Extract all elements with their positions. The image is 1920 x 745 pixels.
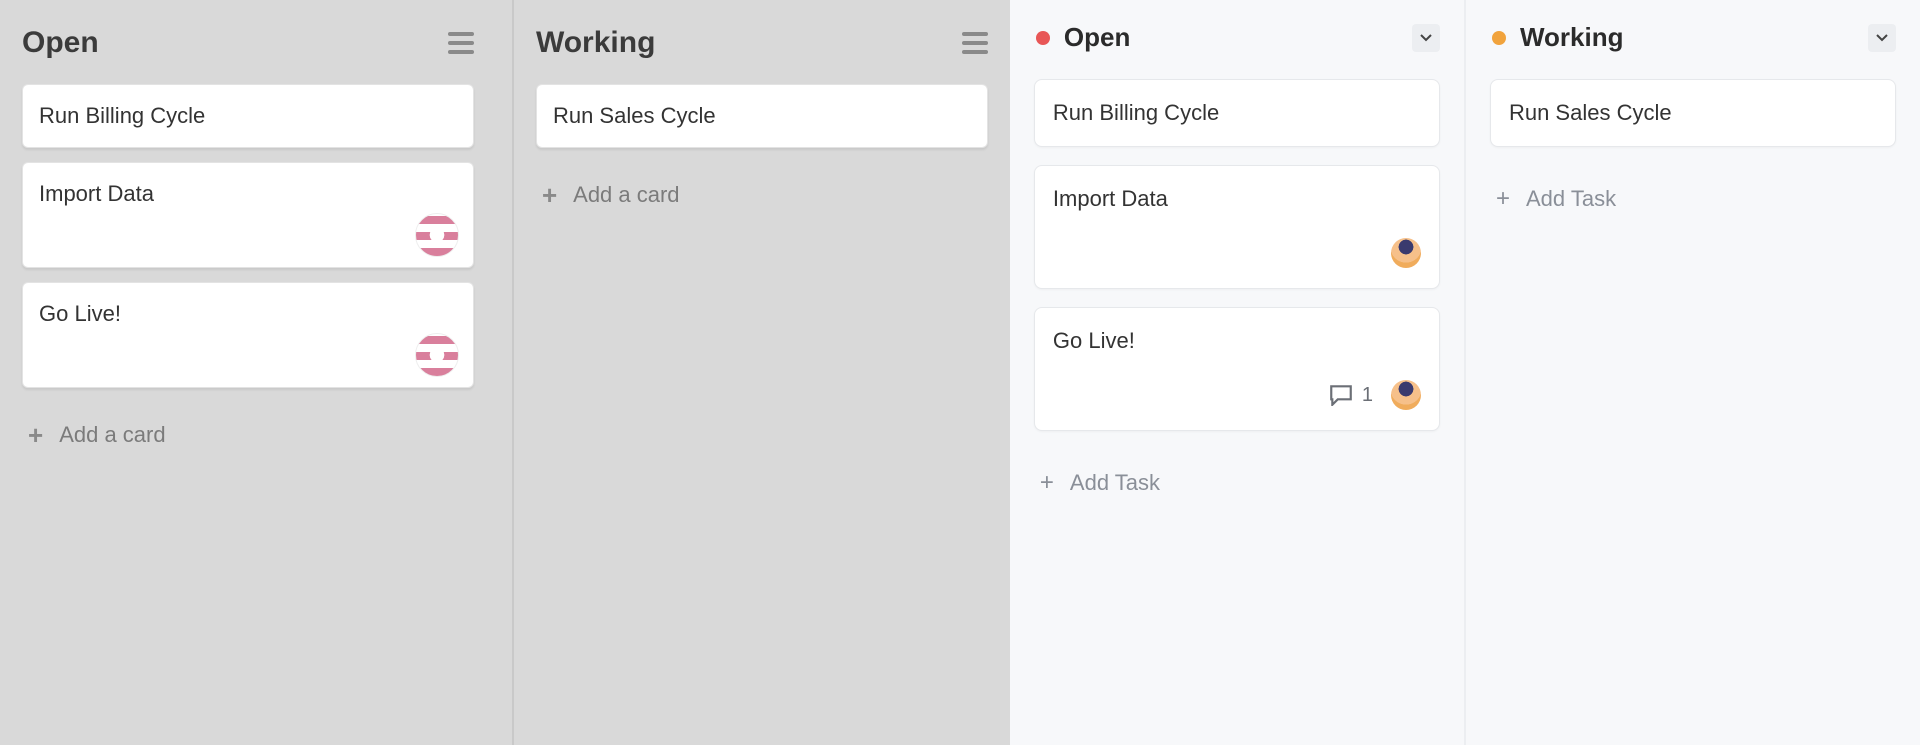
left-column-working: Working Run Sales Cycle + Add a card — [512, 0, 1010, 745]
column-header: Open — [22, 12, 474, 84]
comment-count-value: 1 — [1362, 384, 1373, 407]
task-card[interactable]: Run Sales Cycle — [536, 84, 988, 148]
column-header: Open — [1034, 18, 1440, 79]
menu-icon[interactable] — [448, 32, 474, 54]
column-header: Working — [536, 12, 988, 84]
plus-icon: + — [1496, 185, 1510, 213]
column-title: Working — [1520, 22, 1854, 53]
comment-count[interactable]: 1 — [1328, 384, 1373, 407]
status-dot-icon — [1036, 31, 1050, 45]
assignee-avatar[interactable] — [1391, 238, 1421, 268]
comment-icon — [1328, 384, 1354, 406]
add-task-button[interactable]: + Add Task — [1034, 449, 1440, 517]
card-title: Run Sales Cycle — [1509, 100, 1877, 126]
right-column-open: Open Run Billing Cycle Import Data Go Li… — [1010, 0, 1464, 745]
card-title: Go Live! — [1053, 328, 1421, 354]
chevron-down-icon — [1876, 34, 1888, 42]
task-card[interactable]: Run Sales Cycle — [1490, 79, 1896, 147]
left-column-open: Open Run Billing Cycle Import Data Go Li… — [0, 0, 496, 745]
task-card[interactable]: Go Live! — [22, 282, 474, 388]
menu-icon[interactable] — [962, 32, 988, 54]
task-card[interactable]: Import Data — [1034, 165, 1440, 289]
add-card-label: Add a card — [59, 422, 165, 448]
card-title: Import Data — [1053, 186, 1421, 212]
add-card-button[interactable]: + Add a card — [22, 402, 474, 468]
left-kanban-board: Open Run Billing Cycle Import Data Go Li… — [0, 0, 1010, 745]
task-card[interactable]: Run Billing Cycle — [22, 84, 474, 148]
column-title: Open — [1064, 22, 1398, 53]
right-kanban-board: Open Run Billing Cycle Import Data Go Li… — [1010, 0, 1920, 745]
task-card[interactable]: Run Billing Cycle — [1034, 79, 1440, 147]
assignee-avatar[interactable] — [415, 213, 459, 257]
add-task-label: Add Task — [1526, 186, 1616, 212]
add-card-label: Add a card — [573, 182, 679, 208]
card-title: Run Sales Cycle — [553, 103, 971, 129]
column-title: Working — [536, 26, 655, 60]
column-menu-button[interactable] — [1412, 24, 1440, 52]
add-task-label: Add Task — [1070, 470, 1160, 496]
right-column-working: Working Run Sales Cycle + Add Task — [1464, 0, 1920, 745]
card-title: Run Billing Cycle — [39, 103, 457, 129]
task-card[interactable]: Import Data — [22, 162, 474, 268]
card-title: Import Data — [39, 181, 457, 207]
task-card[interactable]: Go Live! 1 — [1034, 307, 1440, 431]
status-dot-icon — [1492, 31, 1506, 45]
card-footer: 1 — [1053, 380, 1421, 410]
add-task-button[interactable]: + Add Task — [1490, 165, 1896, 233]
chevron-down-icon — [1420, 34, 1432, 42]
column-title: Open — [22, 26, 99, 60]
assignee-avatar[interactable] — [1391, 380, 1421, 410]
plus-icon: + — [1040, 469, 1054, 497]
card-title: Go Live! — [39, 301, 457, 327]
column-header: Working — [1490, 18, 1896, 79]
card-footer — [1053, 238, 1421, 268]
column-menu-button[interactable] — [1868, 24, 1896, 52]
card-title: Run Billing Cycle — [1053, 100, 1421, 126]
assignee-avatar[interactable] — [415, 333, 459, 377]
plus-icon: + — [28, 422, 43, 448]
plus-icon: + — [542, 182, 557, 208]
add-card-button[interactable]: + Add a card — [536, 162, 988, 228]
